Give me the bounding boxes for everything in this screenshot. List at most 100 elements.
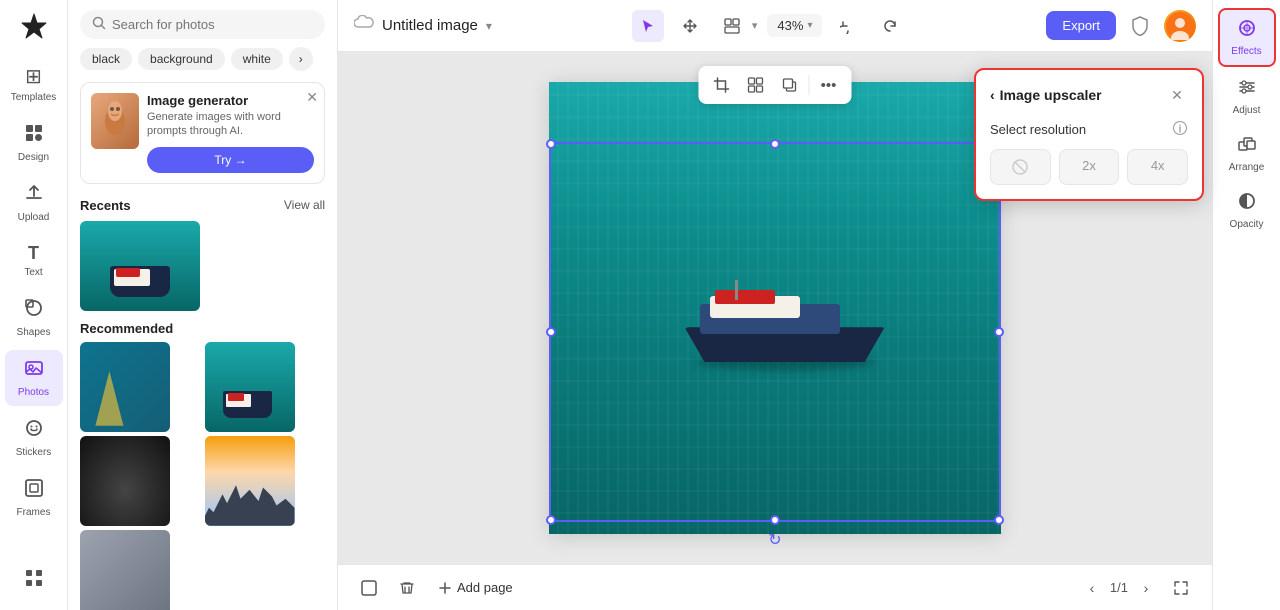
photo-item[interactable] <box>80 436 170 526</box>
adjust-icon <box>1237 77 1257 102</box>
promo-title: Image generator <box>147 93 314 108</box>
sidebar-item-photos[interactable]: Photos <box>5 350 63 406</box>
page-nav: ‹ 1/1 › <box>1080 576 1158 600</box>
topbar-right: Export <box>1046 10 1196 42</box>
back-chevron-icon: ‹ <box>990 87 995 103</box>
fit-to-screen-button[interactable] <box>1166 573 1196 603</box>
recents-header: Recents View all <box>68 194 337 221</box>
upscaler-header: ‹ Image upscaler ✕ <box>990 84 1188 106</box>
recents-title: Recents <box>80 198 131 213</box>
arrange-icon <box>1237 134 1257 159</box>
duplicate-button[interactable] <box>775 70 805 100</box>
opacity-label: Opacity <box>1230 219 1264 230</box>
right-tool-opacity[interactable]: Opacity <box>1218 183 1276 238</box>
photo-item[interactable] <box>80 342 170 432</box>
promo-close-button[interactable]: ✕ <box>306 89 318 106</box>
upscaler-option-2x[interactable]: 2x <box>1059 149 1120 185</box>
layout-tool-button[interactable] <box>716 10 748 42</box>
sidebar-item-templates[interactable]: ⊞ Templates <box>5 56 63 111</box>
topbar-center: ▾ 43% ▾ <box>504 10 1035 42</box>
effects-icon <box>1237 18 1257 43</box>
arrange-label: Arrange <box>1229 162 1265 173</box>
photo-item[interactable] <box>205 436 295 526</box>
promo-try-button[interactable]: Try → <box>147 147 314 173</box>
bottom-bar: Add page ‹ 1/1 › <box>338 564 1212 610</box>
upscaler-option-4x[interactable]: 4x <box>1127 149 1188 185</box>
adjust-label: Adjust <box>1233 105 1261 116</box>
topbar: Untitled image ▾ ▾ 43% ▾ <box>338 0 1212 52</box>
photo-grid <box>68 342 337 610</box>
delete-button[interactable] <box>392 573 422 603</box>
upscaler-section-label: Select resolution <box>990 122 1086 137</box>
zoom-control[interactable]: 43% ▾ <box>767 14 822 37</box>
right-sidebar: Effects Adjust Arrange <box>1212 0 1280 610</box>
upscaler-option-none[interactable] <box>990 149 1051 185</box>
upscaler-section: Select resolution <box>990 120 1188 139</box>
next-page-button[interactable]: › <box>1134 576 1158 600</box>
upscaler-options: 2x 4x <box>990 149 1188 185</box>
zoom-value: 43% <box>777 18 803 33</box>
tag-background[interactable]: background <box>138 48 225 70</box>
shield-button[interactable] <box>1124 10 1156 42</box>
frame-button[interactable] <box>354 573 384 603</box>
right-tool-adjust[interactable]: Adjust <box>1218 69 1276 124</box>
panel: black background white › Image generator… <box>68 0 338 610</box>
app-logo[interactable] <box>16 8 52 44</box>
select-tool-button[interactable] <box>632 10 664 42</box>
redo-button[interactable] <box>874 10 906 42</box>
right-tool-arrange[interactable]: Arrange <box>1218 126 1276 181</box>
search-icon <box>92 16 106 33</box>
promo-card: Image generator Generate images with wor… <box>80 82 325 184</box>
effects-label: Effects <box>1231 46 1261 57</box>
doc-title-chevron[interactable]: ▾ <box>486 19 492 33</box>
upscaler-back-button[interactable]: ‹ Image upscaler <box>990 87 1102 103</box>
image-upscaler-popup: ‹ Image upscaler ✕ Select resolution 2x … <box>974 68 1204 201</box>
add-page-button[interactable]: Add page <box>430 576 521 599</box>
search-input[interactable] <box>112 17 313 32</box>
toolbar-divider <box>809 75 810 95</box>
tag-black[interactable]: black <box>80 48 132 70</box>
crop-button[interactable] <box>707 70 737 100</box>
opacity-icon <box>1237 191 1257 216</box>
photo-item[interactable] <box>205 342 295 432</box>
prev-page-button[interactable]: ‹ <box>1080 576 1104 600</box>
export-button[interactable]: Export <box>1046 11 1116 40</box>
search-bar[interactable] <box>80 10 325 39</box>
add-page-label: Add page <box>457 580 513 595</box>
recents-grid <box>68 221 337 311</box>
sidebar-item-upload[interactable]: Upload <box>5 175 63 231</box>
right-tool-effects[interactable]: Effects <box>1218 8 1276 67</box>
promo-description: Generate images with word prompts throug… <box>147 110 314 139</box>
upscaler-title: Image upscaler <box>1000 87 1102 103</box>
sidebar-item-grid[interactable] <box>5 560 63 602</box>
layout-chevron[interactable]: ▾ <box>752 19 758 32</box>
user-avatar[interactable] <box>1164 10 1196 42</box>
left-sidebar: ⊞ Templates Design Upload T Text Shapes … <box>0 0 68 610</box>
sidebar-item-frames[interactable]: Frames <box>5 470 63 526</box>
recent-item[interactable] <box>80 221 200 311</box>
canvas-frame: ↻ <box>549 82 1001 534</box>
boat-element <box>685 282 885 362</box>
move-tool-button[interactable] <box>674 10 706 42</box>
view-all-link[interactable]: View all <box>284 198 325 212</box>
more-options-button[interactable]: ••• <box>814 70 844 100</box>
grid-layout-button[interactable] <box>741 70 771 100</box>
promo-thumbnail <box>91 93 139 149</box>
canvas-image[interactable] <box>549 82 1001 534</box>
tag-white[interactable]: white <box>231 48 283 70</box>
page-indicator: 1/1 <box>1110 580 1128 595</box>
photo-item[interactable] <box>80 530 170 610</box>
sidebar-item-text[interactable]: T Text <box>5 235 63 286</box>
tags-row: black background white › <box>68 47 337 78</box>
upscaler-info-icon[interactable] <box>1172 120 1188 139</box>
sidebar-item-design[interactable]: Design <box>5 115 63 171</box>
sidebar-item-shapes[interactable]: Shapes <box>5 290 63 346</box>
sidebar-item-stickers[interactable]: Stickers <box>5 410 63 466</box>
tags-scroll-right[interactable]: › <box>289 47 313 71</box>
floating-toolbar: ••• <box>699 66 852 104</box>
undo-button[interactable] <box>832 10 864 42</box>
zoom-chevron: ▾ <box>807 20 812 31</box>
recommended-title: Recommended <box>68 311 337 342</box>
topbar-left: Untitled image ▾ <box>354 15 492 36</box>
upscaler-close-button[interactable]: ✕ <box>1166 84 1188 106</box>
